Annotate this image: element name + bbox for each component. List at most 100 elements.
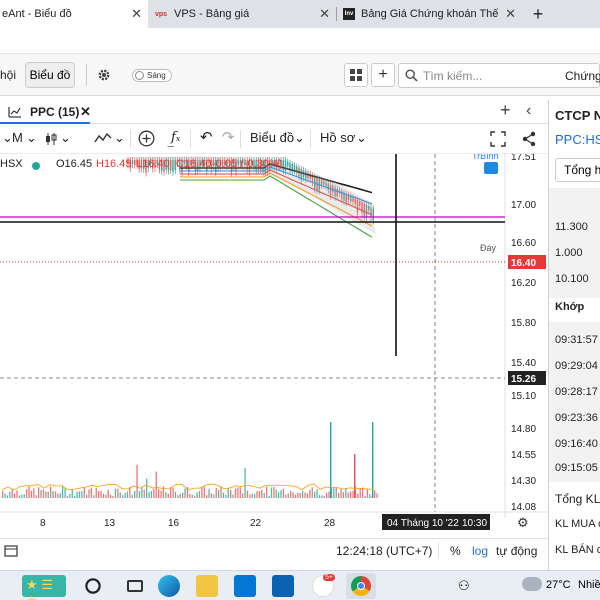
- volume-bar: [62, 486, 64, 498]
- volume-bar: [177, 495, 179, 498]
- price-chart[interactable]: 17.51 17.00 16.60 16.20 15.80 15.40 15.10 14.80…: [0, 154, 548, 538]
- add-button[interactable]: +: [371, 63, 395, 87]
- volume-bar: [23, 494, 25, 498]
- widgets-icon[interactable]: ★ ☰ ★: [22, 575, 66, 600]
- chevron-down-icon[interactable]: ⌄: [60, 130, 71, 146]
- hoso-menu[interactable]: Hồ sơ: [320, 130, 355, 145]
- symbol-link[interactable]: PPC:HS: [555, 132, 600, 147]
- gear-icon[interactable]: ⚙: [517, 516, 529, 531]
- new-tab-button[interactable]: +: [528, 0, 548, 28]
- chevron-down-icon[interactable]: ⌄: [26, 130, 37, 146]
- search-icon[interactable]: [82, 575, 104, 597]
- fullscreen-icon[interactable]: [490, 131, 506, 147]
- edge-browser-icon[interactable]: [158, 575, 180, 597]
- browser-tab-eant[interactable]: eAnt - Biểu đồ ✕: [0, 0, 148, 28]
- volume-bar: [105, 494, 107, 498]
- last-price-tag: 16.40: [511, 258, 536, 269]
- plus-icon[interactable]: +: [500, 100, 511, 121]
- volume-bar: [81, 491, 83, 498]
- collapse-icon[interactable]: ‹: [526, 102, 531, 120]
- volume-bar: [174, 491, 177, 498]
- log-toggle[interactable]: log: [472, 544, 488, 558]
- plus-icon: +: [532, 3, 544, 24]
- ohlc-high: H16.45: [96, 158, 132, 170]
- people-icon[interactable]: ⚇: [458, 578, 470, 594]
- function-icon[interactable]: f̲ₓ: [171, 130, 180, 145]
- close-icon[interactable]: ✕: [319, 6, 330, 22]
- close-icon[interactable]: ✕: [505, 6, 516, 22]
- volume-bar: [4, 493, 6, 498]
- close-icon[interactable]: ✕: [131, 6, 142, 22]
- interval-selector[interactable]: M: [12, 130, 23, 145]
- indicator-wave-icon[interactable]: [94, 132, 112, 144]
- ohlc-open: O16.45: [56, 158, 93, 170]
- volume-bar: [30, 490, 33, 498]
- bieudo-tab-button[interactable]: Biểu đồ: [25, 62, 75, 88]
- chevron-down-icon[interactable]: ⌄: [294, 130, 305, 146]
- nav-item-hoi[interactable]: hội: [0, 68, 16, 82]
- close-icon[interactable]: ✕: [80, 104, 91, 120]
- browser-tab-vps[interactable]: vps VPS - Bảng giá ✕: [148, 0, 336, 28]
- redo-icon[interactable]: ↷: [222, 128, 235, 146]
- bieudo-menu[interactable]: Biểu đồ: [250, 130, 294, 145]
- volume-bar: [158, 489, 160, 498]
- chevron-down-icon[interactable]: ⌄: [114, 130, 125, 146]
- stat-value: 10.100: [555, 273, 589, 285]
- volume-bar: [326, 492, 328, 498]
- add-indicator-icon[interactable]: [138, 130, 155, 147]
- volume-bar: [74, 495, 76, 498]
- volume-bar: [222, 492, 225, 498]
- nav-item-chung[interactable]: Chứng: [565, 69, 600, 83]
- volume-bar: [110, 494, 112, 498]
- volume-bar: [210, 493, 213, 498]
- store-icon[interactable]: [234, 575, 256, 597]
- volume-bar: [98, 491, 100, 498]
- auto-toggle[interactable]: tự động: [496, 544, 537, 558]
- mail-icon[interactable]: [272, 575, 294, 597]
- divider: [86, 64, 87, 86]
- volume-bar: [167, 493, 169, 498]
- volume-bar: [278, 492, 280, 498]
- clock-display[interactable]: 12:24:18 (UTC+7): [336, 544, 432, 558]
- volume-bar: [28, 486, 30, 498]
- chevron-down-icon[interactable]: ⌄: [356, 130, 367, 146]
- volume-bar: [14, 493, 16, 498]
- percent-toggle[interactable]: %: [450, 544, 461, 558]
- chrome-taskbar-button[interactable]: [346, 573, 376, 599]
- volume-bar: [16, 490, 18, 498]
- price-tick-label: 16.60: [511, 238, 536, 249]
- price-tick-label: 15.10: [511, 391, 536, 402]
- chart-icon: [8, 107, 21, 118]
- volume-bar: [194, 495, 196, 498]
- folder-icon[interactable]: [196, 575, 218, 597]
- undo-icon[interactable]: ↶: [200, 128, 213, 146]
- weather-desc[interactable]: Nhiề: [578, 579, 600, 591]
- weather-temp[interactable]: 27°C: [546, 579, 571, 591]
- summary-tab[interactable]: Tổng h: [555, 158, 600, 182]
- chart-tab-label[interactable]: PPC (15): [30, 105, 79, 119]
- plus-icon: +: [378, 66, 388, 83]
- volume-bar: [189, 493, 191, 498]
- theme-toggle[interactable]: Sáng: [132, 69, 172, 82]
- share-icon[interactable]: [522, 131, 536, 147]
- right-info-panel: CTCP N PPC:HS Tổng h 11.300 1.000 10.100…: [548, 100, 600, 570]
- volume-bar: [86, 494, 88, 498]
- screen: eAnt - Biểu đồ ✕ vps VPS - Bảng giá ✕ In…: [0, 0, 600, 600]
- layout-grid-button[interactable]: [344, 63, 368, 87]
- taskbar: ★ ☰ ★ 5+ ⚇ 27°C Nhiề: [0, 570, 600, 600]
- crosshair-price-tag: 15.26: [511, 374, 536, 385]
- browser-tab-investing[interactable]: Inv Bảng Giá Chứng khoán Thế Giới ✕: [337, 0, 522, 28]
- volume-bar: [218, 490, 220, 498]
- volume-bar: [311, 487, 313, 498]
- volume-bar: [251, 493, 253, 498]
- calendar-range-icon[interactable]: [4, 544, 18, 558]
- gear-icon[interactable]: [96, 67, 112, 83]
- candlestick-icon[interactable]: [44, 132, 58, 146]
- volume-bar: [196, 492, 198, 498]
- volume-bar: [203, 486, 205, 498]
- weather-cloud-icon[interactable]: [522, 577, 542, 591]
- zalo-app-icon[interactable]: 5+: [312, 574, 335, 597]
- taskview-icon[interactable]: [124, 575, 146, 597]
- volume-bar: [102, 493, 105, 498]
- search-input[interactable]: Tìm kiếm... Chứng: [398, 63, 600, 88]
